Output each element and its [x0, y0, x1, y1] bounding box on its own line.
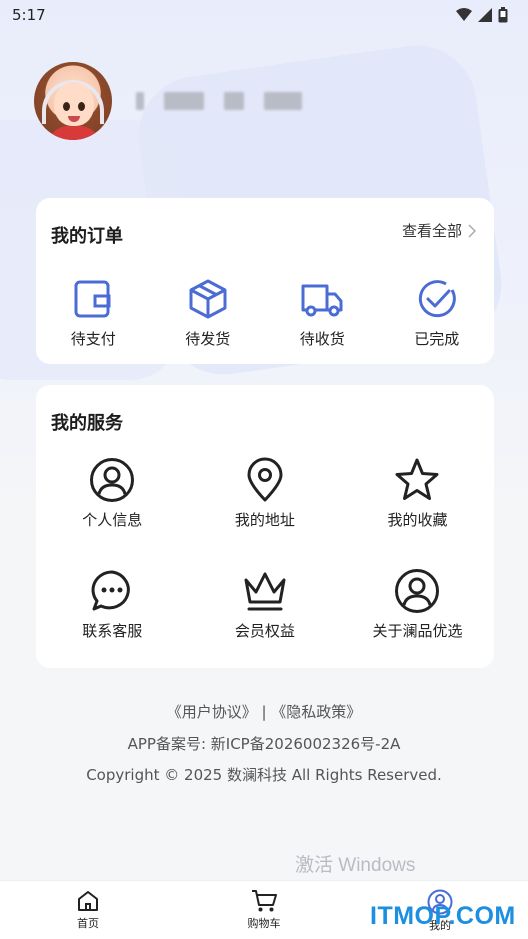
battery-icon	[498, 7, 508, 23]
wallet-icon	[74, 280, 111, 318]
orders-title: 我的订单	[51, 226, 123, 247]
service-membership-benefits[interactable]: 会员权益	[189, 568, 342, 641]
order-completed-label: 已完成	[414, 330, 460, 348]
copyright: Copyright © 2025 数澜科技 All Rights Reserve…	[86, 766, 442, 784]
username-blurred	[136, 92, 302, 110]
service-customer-support-label: 联系客服	[82, 622, 143, 640]
tab-home-label: 首页	[77, 917, 99, 930]
star-icon	[395, 458, 439, 500]
tab-home[interactable]: 首页	[0, 881, 176, 939]
service-favorites-label: 我的收藏	[387, 511, 448, 529]
crown-icon	[244, 572, 286, 611]
order-pending-shipment-label: 待发货	[185, 330, 231, 348]
user-profile[interactable]	[34, 62, 302, 140]
service-membership-benefits-label: 会员权益	[234, 622, 295, 640]
order-pending-receipt-label: 待收货	[299, 330, 345, 348]
service-customer-support[interactable]: 联系客服	[36, 568, 189, 641]
truck-icon	[301, 284, 343, 317]
user-circle-icon	[395, 569, 440, 613]
cart-icon	[252, 890, 277, 912]
tab-cart[interactable]: 购物车	[176, 881, 352, 939]
tab-cart-label: 购物车	[247, 917, 281, 930]
location-pin-icon	[247, 457, 283, 502]
services-card: 我的服务 个人信息 我的地址 我的收藏 联系客服 会员权益 关于澜品优选	[36, 385, 494, 668]
chat-bubble-icon	[91, 570, 131, 611]
agreement-links[interactable]: 《用户协议》 | 《隐私政策》	[0, 701, 528, 722]
service-profile-info-label: 个人信息	[82, 511, 143, 529]
orders-card: 我的订单 查看全部 待支付 待发货 待收货 已完成	[36, 198, 494, 364]
home-icon	[78, 891, 98, 911]
order-pending-payment[interactable]: 待支付	[36, 278, 151, 349]
status-bar: 5:17	[0, 0, 528, 30]
view-all-label: 查看全部	[401, 222, 462, 240]
windows-watermark-title: 激活 Windows	[295, 855, 416, 876]
service-about-label: 关于澜品优选	[372, 622, 463, 640]
check-circle-icon	[418, 280, 456, 318]
service-my-address-label: 我的地址	[234, 511, 295, 529]
package-icon	[189, 279, 227, 319]
icp-record: APP备案号: 新ICP备2026002326号-2A	[127, 735, 401, 753]
itmop-watermark: ITMOP.COM	[370, 902, 516, 930]
order-pending-receipt[interactable]: 待收货	[265, 278, 380, 349]
status-time: 5:17	[12, 6, 46, 24]
user-circle-icon	[90, 458, 135, 502]
service-about[interactable]: 关于澜品优选	[341, 568, 494, 641]
service-profile-info[interactable]: 个人信息	[36, 457, 189, 530]
avatar[interactable]	[34, 62, 112, 140]
wifi-icon	[456, 8, 472, 21]
order-pending-payment-label: 待支付	[70, 330, 116, 348]
chevron-right-icon	[468, 223, 476, 238]
order-completed[interactable]: 已完成	[380, 278, 495, 349]
services-title: 我的服务	[51, 413, 123, 434]
view-all-orders-link[interactable]: 查看全部	[402, 220, 476, 241]
service-my-address[interactable]: 我的地址	[189, 457, 342, 530]
service-favorites[interactable]: 我的收藏	[341, 457, 494, 530]
signal-icon	[478, 8, 492, 22]
order-pending-shipment[interactable]: 待发货	[151, 278, 266, 349]
